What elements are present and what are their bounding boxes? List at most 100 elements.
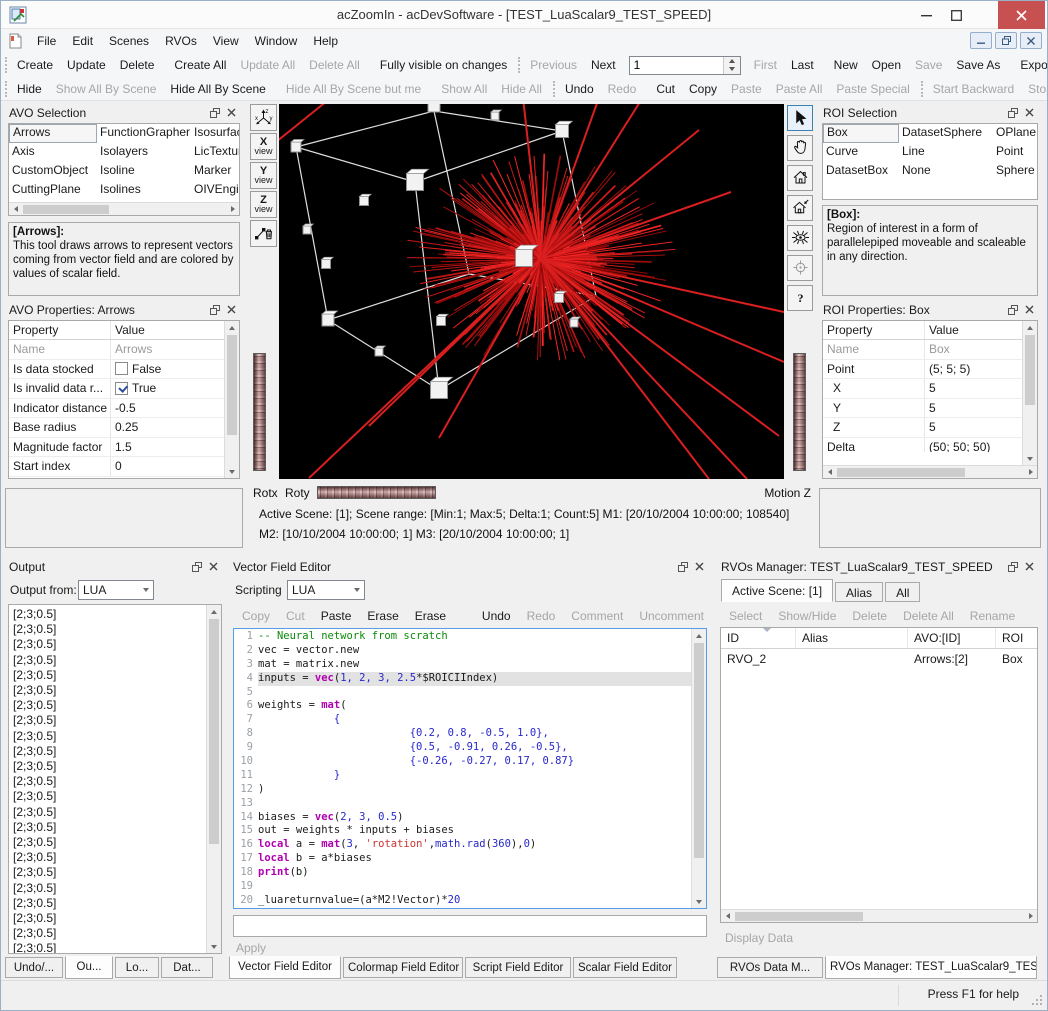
close-icon[interactable] bbox=[1022, 560, 1037, 574]
maximize-button[interactable] bbox=[941, 1, 971, 29]
pan-button[interactable] bbox=[787, 135, 813, 161]
delete-line-button[interactable] bbox=[250, 220, 277, 247]
list-item-lictextur[interactable]: LicTextur bbox=[191, 143, 239, 162]
axes-view-button[interactable]: zxy bbox=[250, 104, 277, 131]
rvos-column-header[interactable]: AVO:[ID] bbox=[908, 628, 996, 648]
code-line[interactable]: 8 {0.2, 0.8, -0.5, 1.0}, bbox=[234, 727, 691, 741]
code-line[interactable]: 7 { bbox=[234, 713, 691, 727]
editor-erase-button[interactable]: Erase bbox=[360, 607, 405, 625]
toolbar-stop-button[interactable]: Stop bbox=[1021, 79, 1048, 99]
x-view-button[interactable]: Xview bbox=[250, 133, 277, 160]
table-row[interactable]: Base radius0.25 bbox=[9, 418, 224, 438]
resize-grip[interactable] bbox=[1031, 994, 1044, 1007]
rvos-tab-alias[interactable]: Alias bbox=[835, 582, 883, 602]
close-icon[interactable] bbox=[692, 560, 707, 574]
scripting-language-select[interactable]: LUA bbox=[287, 580, 365, 600]
dock-tab-lo-[interactable]: Lo... bbox=[115, 957, 159, 978]
close-button[interactable] bbox=[998, 1, 1045, 29]
rvos-column-header[interactable]: Alias bbox=[796, 628, 908, 648]
display-data-button[interactable]: Display Data bbox=[725, 931, 793, 945]
toolbar-grip[interactable] bbox=[553, 81, 555, 97]
toolbar-hide-all-button[interactable]: Hide All bbox=[494, 79, 549, 99]
float-icon[interactable] bbox=[1005, 106, 1020, 120]
expression-input[interactable] bbox=[233, 915, 707, 937]
code-line[interactable]: 4inputs = vec(1, 2, 3, 2.5*$ROICIIndex) bbox=[234, 672, 691, 686]
rvos-action-delete-all[interactable]: Delete All bbox=[895, 609, 962, 623]
list-item-line[interactable]: Line bbox=[899, 143, 993, 162]
code-line[interactable]: 5 bbox=[234, 686, 691, 700]
property-value[interactable]: (50; 50; 50) bbox=[925, 438, 1022, 453]
code-line[interactable]: 17local b = a*biases bbox=[234, 852, 691, 866]
list-item-isolayers[interactable]: Isolayers bbox=[97, 143, 191, 162]
seek-button[interactable] bbox=[787, 255, 813, 281]
editor-tab-script-field-editor[interactable]: Script Field Editor bbox=[465, 957, 571, 978]
mdi-close-button[interactable] bbox=[1020, 32, 1042, 49]
float-icon[interactable] bbox=[207, 106, 222, 120]
toolbar-create-button[interactable]: Create bbox=[10, 55, 60, 75]
table-row[interactable]: Magnitude factor1.5 bbox=[9, 438, 224, 458]
property-value[interactable]: Box bbox=[925, 340, 1022, 359]
code-line[interactable]: 16local a = mat(3, 'rotation',math.rad(3… bbox=[234, 838, 691, 852]
code-line[interactable]: 15out = weights * inputs + biases bbox=[234, 824, 691, 838]
mdi-minimize-button[interactable] bbox=[970, 32, 992, 49]
list-item-datasetbox[interactable]: DatasetBox bbox=[823, 162, 899, 181]
close-icon[interactable] bbox=[1022, 106, 1037, 120]
list-item-none[interactable]: None bbox=[899, 162, 993, 181]
property-value[interactable]: (5; 5; 5) bbox=[925, 360, 1022, 379]
spin-arrows[interactable] bbox=[723, 57, 740, 74]
checkbox-checked[interactable] bbox=[115, 382, 128, 395]
list-item-oplane[interactable]: OPlane bbox=[993, 124, 1037, 143]
avo-list-hscrollbar[interactable] bbox=[9, 202, 239, 215]
scene-number-input[interactable] bbox=[630, 57, 723, 74]
table-row[interactable]: Start index0 bbox=[9, 457, 224, 477]
toolbar-delete-all-button[interactable]: Delete All bbox=[302, 55, 367, 75]
property-value[interactable]: 5 bbox=[925, 379, 1022, 398]
output-source-select[interactable]: LUA bbox=[78, 580, 154, 600]
roi-properties-vscrollbar[interactable] bbox=[1022, 321, 1037, 465]
list-item-box[interactable]: Box bbox=[823, 124, 899, 143]
avo-properties-vscrollbar[interactable] bbox=[224, 321, 239, 478]
float-icon[interactable] bbox=[1005, 560, 1020, 574]
rvos-dock-tab-rvos-data-m-[interactable]: RVOs Data M... bbox=[717, 957, 823, 978]
code-line[interactable]: 10 {-0.26, -0.27, 0.17, 0.87} bbox=[234, 755, 691, 769]
toolbar-update-button[interactable]: Update bbox=[60, 55, 113, 75]
toolbar-show-all-by-scene-button[interactable]: Show All By Scene bbox=[49, 79, 164, 99]
editor-redo-button[interactable]: Redo bbox=[520, 607, 563, 625]
toolbar-next-button[interactable]: Next bbox=[584, 55, 623, 75]
toolbar-grip[interactable] bbox=[921, 81, 923, 97]
list-item-curve[interactable]: Curve bbox=[823, 143, 899, 162]
list-item-sphere[interactable]: Sphere bbox=[993, 162, 1037, 181]
toolbar-start-backward-button[interactable]: Start Backward bbox=[926, 79, 1021, 99]
toolbar-save-as-button[interactable]: Save As bbox=[949, 55, 1007, 75]
toolbar-paste-special-button[interactable]: Paste Special bbox=[829, 79, 916, 99]
toolbar-export-button[interactable]: Export bbox=[1013, 55, 1048, 75]
float-icon[interactable] bbox=[675, 560, 690, 574]
code-line[interactable]: 12) bbox=[234, 783, 691, 797]
help-button[interactable]: ? bbox=[787, 285, 813, 311]
roi-properties-hscrollbar[interactable] bbox=[823, 465, 1037, 478]
close-icon[interactable] bbox=[224, 106, 239, 120]
z-view-button[interactable]: Zview bbox=[250, 191, 277, 218]
output-vscrollbar[interactable] bbox=[206, 605, 221, 953]
table-row[interactable]: Point(5; 5; 5) bbox=[823, 360, 1022, 380]
toolbar-delete-button[interactable]: Delete bbox=[113, 55, 162, 75]
home-button[interactable] bbox=[787, 165, 813, 191]
menu-help[interactable]: Help bbox=[305, 30, 346, 52]
toolbar-save-button[interactable]: Save bbox=[908, 55, 949, 75]
property-value[interactable]: 0.25 bbox=[111, 418, 224, 437]
toolbar-last-button[interactable]: Last bbox=[784, 55, 821, 75]
view-all-button[interactable] bbox=[787, 225, 813, 251]
code-line[interactable]: 18print(b) bbox=[234, 866, 691, 880]
toolbar-hide-all-by-scene-but-me-button[interactable]: Hide All By Scene but me bbox=[279, 79, 428, 99]
editor-cut-button[interactable]: Cut bbox=[279, 607, 312, 625]
dock-tab-undo-[interactable]: Undo/... bbox=[5, 957, 63, 978]
menu-edit[interactable]: Edit bbox=[64, 30, 101, 52]
code-line[interactable]: 3mat = matrix.new bbox=[234, 658, 691, 672]
editor-erase-full-button[interactable]: Erase Full bbox=[408, 607, 473, 625]
spin-down-icon[interactable] bbox=[724, 65, 740, 74]
list-item-arrows[interactable]: Arrows bbox=[9, 124, 97, 143]
editor-uncomment-button[interactable]: Uncomment bbox=[632, 607, 711, 625]
property-value[interactable]: True bbox=[111, 379, 224, 398]
rvos-action-rename[interactable]: Rename bbox=[962, 609, 1023, 623]
float-icon[interactable] bbox=[207, 303, 222, 317]
